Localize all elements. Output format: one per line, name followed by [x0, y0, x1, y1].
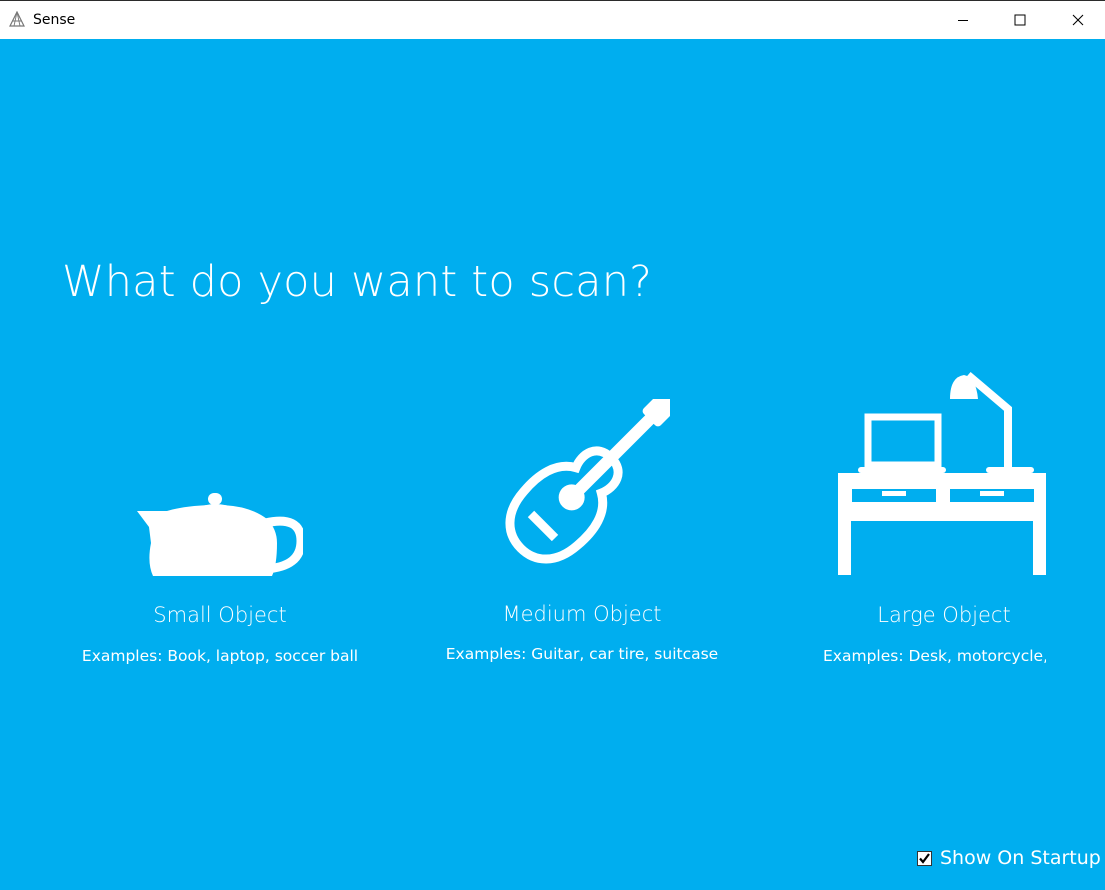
- small-object-label: Small Object: [153, 603, 287, 627]
- medium-object-examples: Examples: Guitar, car tire, suitcase: [445, 645, 719, 663]
- large-object-label: Large Object: [877, 603, 1011, 627]
- window-title: Sense: [33, 12, 76, 28]
- close-button[interactable]: [1049, 1, 1105, 39]
- minimize-icon: [958, 20, 968, 21]
- scan-selection-panel: What do you want to scan? Small Object E…: [0, 39, 1105, 890]
- guitar-icon: [505, 399, 670, 564]
- close-icon: [1072, 14, 1084, 26]
- show-on-startup-toggle[interactable]: Show On Startup: [917, 847, 1101, 869]
- medium-object-option[interactable]: Medium Object Examples: Guitar, car tire…: [440, 399, 724, 679]
- small-object-examples: Examples: Book, laptop, soccer ball: [81, 647, 359, 665]
- maximize-button[interactable]: [991, 1, 1049, 39]
- large-object-examples: Examples: Desk, motorcycle, sc: [823, 647, 1046, 665]
- minimize-button[interactable]: [934, 1, 992, 39]
- teapot-icon: [137, 493, 303, 576]
- desk-icon: [838, 371, 1046, 575]
- large-object-option[interactable]: Large Object Examples: Desk, motorcycle,…: [820, 369, 1068, 679]
- show-on-startup-checkbox[interactable]: [917, 850, 932, 866]
- sense-logo-icon: [9, 11, 25, 27]
- maximize-icon: [1014, 14, 1026, 26]
- checkmark-icon: [919, 852, 930, 864]
- page-title: What do you want to scan?: [62, 257, 653, 307]
- small-object-option[interactable]: Small Object Examples: Book, laptop, soc…: [80, 479, 360, 679]
- title-bar: Sense: [0, 0, 1105, 39]
- show-on-startup-label: Show On Startup: [940, 847, 1101, 869]
- medium-object-label: Medium Object: [502, 602, 662, 626]
